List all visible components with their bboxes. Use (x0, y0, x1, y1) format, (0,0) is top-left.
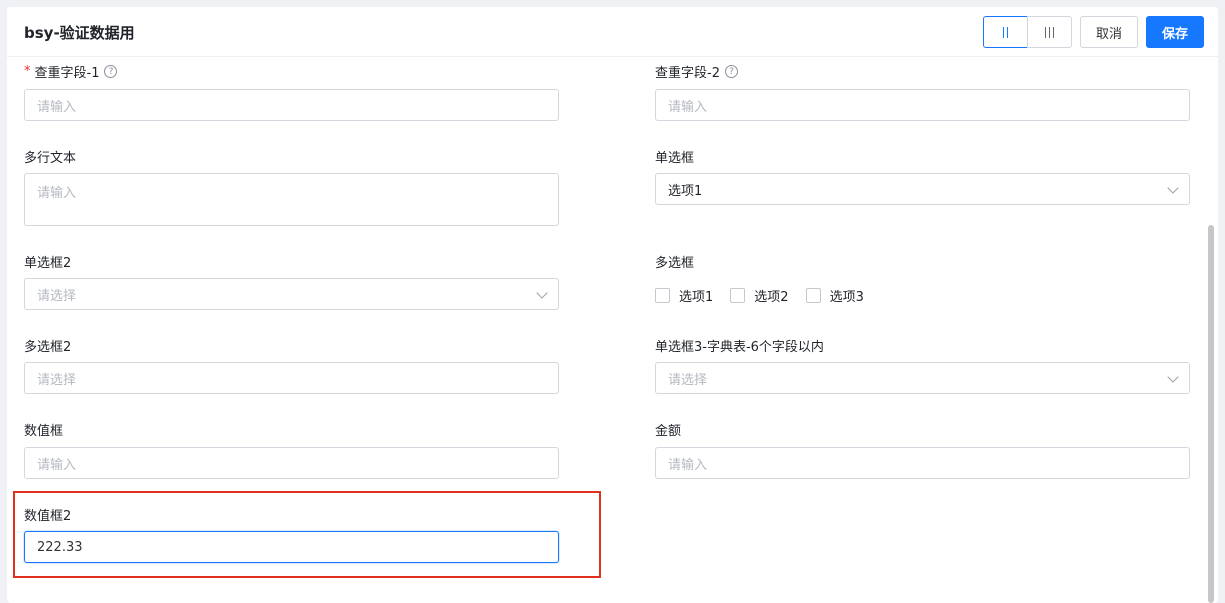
select-value: 选项1 (668, 183, 703, 199)
highlight-box (13, 491, 601, 578)
field-label: 多行文本 (24, 151, 77, 166)
field-label: 单选框 (655, 151, 695, 166)
field-label: 多选框 (655, 256, 695, 271)
field-label: 查重字段-1 (34, 66, 100, 81)
chevron-down-icon (1167, 371, 1179, 383)
checkbox[interactable] (730, 288, 746, 303)
page-title: bsy-验证数据用 (24, 24, 135, 42)
form-header: bsy-验证数据用 取消 保存 (7, 7, 1218, 57)
two-column-layout-button[interactable] (983, 16, 1028, 48)
field-label: 数值框 (24, 424, 64, 439)
field-label: 金额 (655, 424, 682, 439)
three-column-layout-button[interactable] (1027, 16, 1072, 48)
select-placeholder: 请选择 (668, 372, 708, 388)
checkbox-option-3[interactable]: 选项3 (805, 286, 864, 305)
chevron-down-icon (536, 287, 548, 299)
required-mark: * (24, 64, 31, 79)
three-column-layout-icon (1045, 26, 1054, 38)
multiline-textarea[interactable]: 请输入 (24, 173, 559, 226)
cancel-button[interactable]: 取消 (1080, 16, 1138, 48)
select-placeholder: 请选择 (37, 288, 77, 304)
question-circle-icon[interactable]: ? (104, 65, 118, 78)
checkbox-group: 选项1 选项2 选项3 (655, 286, 881, 305)
field-label: 查重字段-2 (655, 66, 720, 81)
checkbox[interactable] (655, 288, 670, 303)
field-label: 单选框3-字典表-6个字段以内 (655, 340, 824, 355)
two-column-layout-icon (1003, 26, 1008, 38)
checkbox-option-2[interactable]: 选项2 (730, 286, 789, 305)
checkbox[interactable] (805, 288, 821, 303)
save-button[interactable]: 保存 (1146, 16, 1204, 48)
checkbox-option-1[interactable]: 选项1 (655, 286, 713, 305)
checkbox-label: 选项3 (829, 290, 864, 305)
number-input[interactable]: 请输入 (24, 447, 559, 479)
amount-input[interactable]: 请输入 (655, 447, 1190, 479)
checkbox-label: 选项2 (754, 290, 789, 305)
form-panel: bsy-验证数据用 取消 保存 * 查重字段-1 ? 请输入 查重字段-2 ? … (7, 7, 1218, 603)
vertical-scrollbar[interactable] (1208, 225, 1214, 603)
dup1-input[interactable]: 请输入 (24, 89, 559, 121)
chevron-down-icon (1167, 182, 1179, 194)
field-label: 单选框2 (24, 256, 72, 271)
field-label: 多选框2 (24, 340, 72, 355)
multi2-select[interactable]: 请选择 (24, 362, 559, 394)
question-circle-icon[interactable]: ? (724, 65, 738, 78)
select1-dropdown[interactable]: 选项1 (655, 173, 1190, 205)
select2-dropdown[interactable]: 请选择 (24, 278, 559, 310)
select3-dropdown[interactable]: 请选择 (655, 362, 1190, 394)
checkbox-label: 选项1 (679, 290, 714, 305)
dup2-input[interactable]: 请输入 (655, 89, 1190, 121)
